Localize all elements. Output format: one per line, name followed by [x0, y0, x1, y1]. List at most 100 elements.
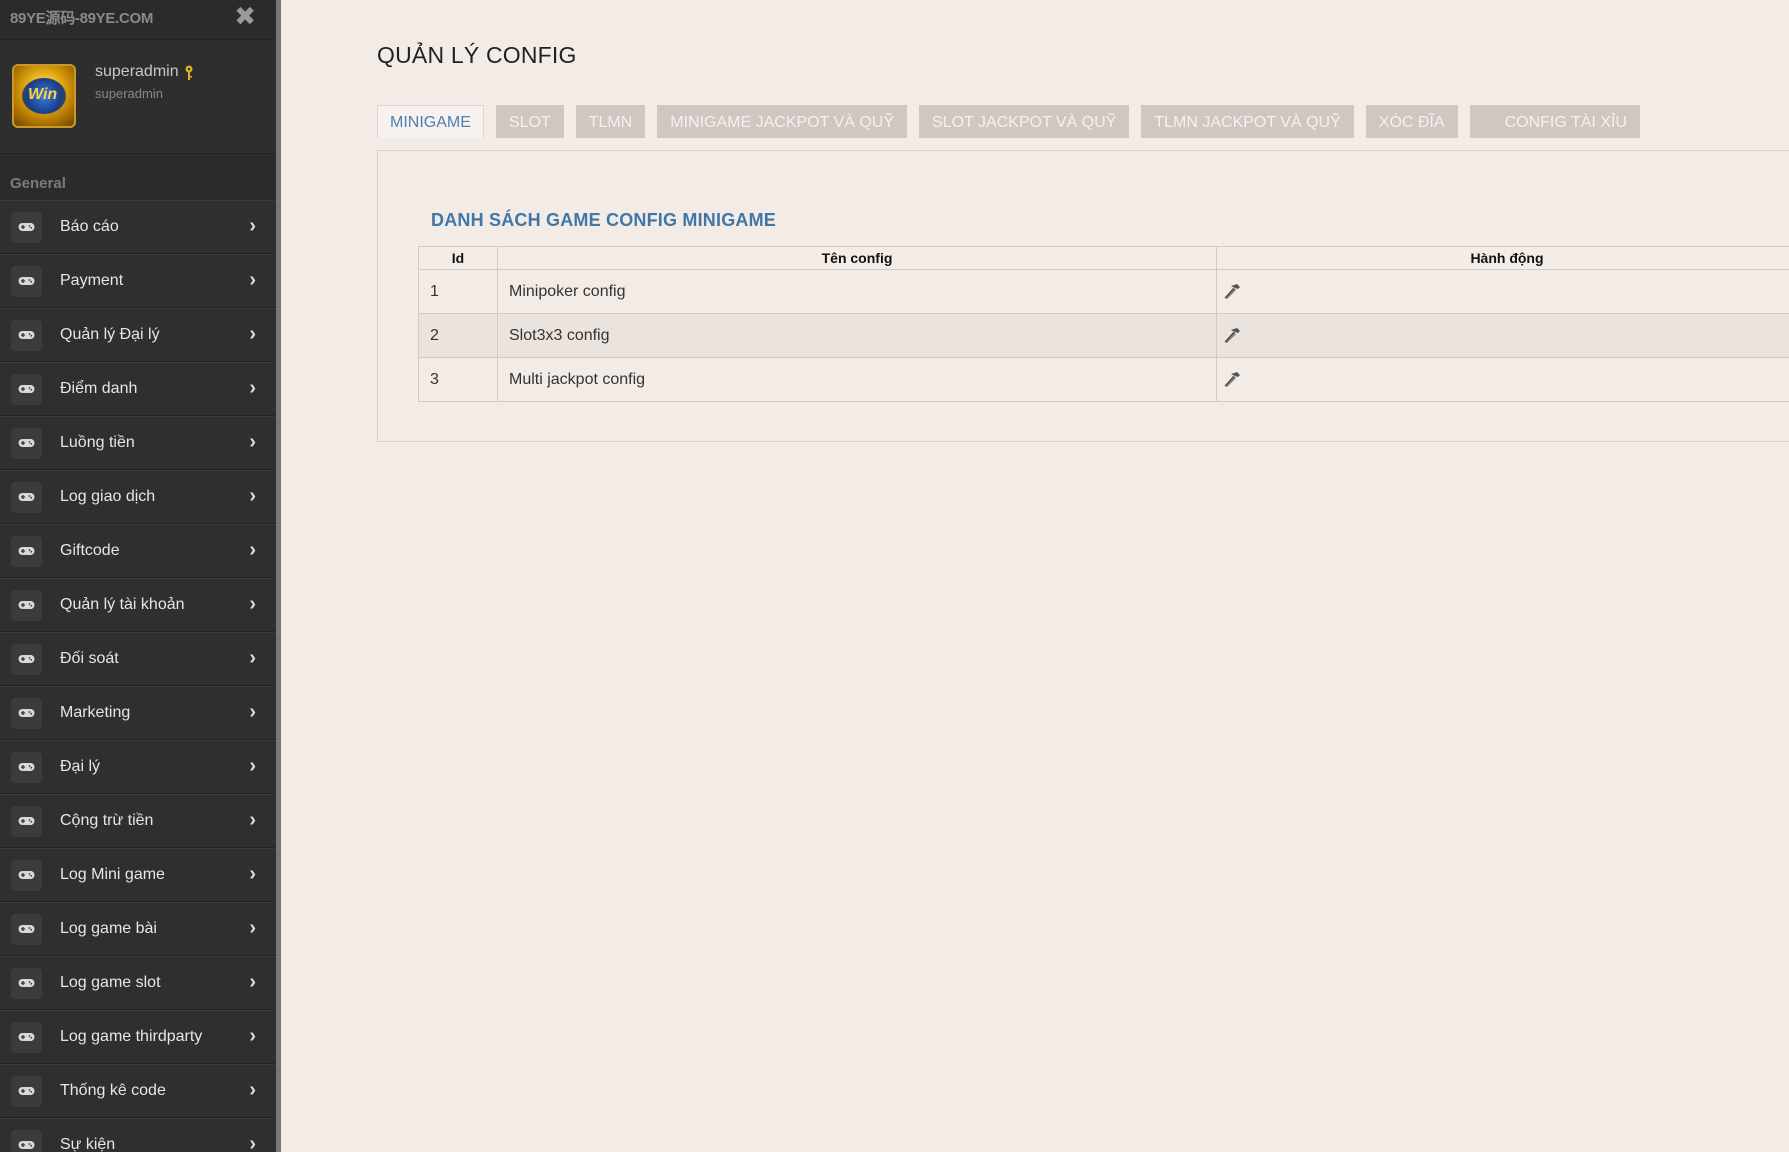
table-header-row: Id Tên config Hành động — [418, 246, 1789, 270]
sidebar-item-doi-soat[interactable]: Đối soát › — [0, 632, 276, 686]
cell-id: 3 — [418, 357, 498, 402]
chevron-right-icon: › — [249, 377, 256, 399]
sidebar-item-log-game-bai[interactable]: Log game bài › — [0, 902, 276, 956]
gamepad-icon — [11, 590, 42, 621]
sidebar-item-label: Đại lý — [60, 758, 101, 775]
chevron-right-icon: › — [249, 323, 256, 345]
chevron-right-icon: › — [249, 701, 256, 723]
cell-action — [1216, 313, 1789, 358]
sidebar-item-diem-danh[interactable]: Điểm danh › — [0, 362, 276, 416]
sidebar-item-cong-tru-tien[interactable]: Cộng trừ tiền › — [0, 794, 276, 848]
sidebar-item-giftcode[interactable]: Giftcode › — [0, 524, 276, 578]
sidebar-item-dai-ly[interactable]: Đại lý › — [0, 740, 276, 794]
tab-tlmn-jackpot-va-quy[interactable]: TLMN JACKPOT VÀ QUỸ — [1141, 105, 1354, 138]
chevron-right-icon: › — [249, 539, 256, 561]
key-icon — [185, 65, 193, 80]
sidebar-menu: Báo cáo › Payment › Quản lý Đại lý › Điểm danh… — [0, 200, 276, 1152]
sidebar-item-payment[interactable]: Payment › — [0, 254, 276, 308]
sidebar-item-luong-tien[interactable]: Luồng tiền › — [0, 416, 276, 470]
username: superadmin — [95, 63, 179, 80]
sidebar-item-su-kien[interactable]: Sự kiện › — [0, 1118, 276, 1152]
cell-id: 2 — [418, 313, 498, 358]
hammer-icon[interactable] — [1222, 325, 1242, 345]
sidebar: 89YE源码-89YE.COM ✖ Win superadmin superad… — [0, 0, 276, 1152]
sidebar-item-label: Log Mini game — [60, 866, 165, 883]
sidebar-item-label: Giftcode — [60, 542, 120, 559]
chevron-right-icon: › — [249, 269, 256, 291]
gamepad-icon — [11, 860, 42, 891]
config-tabs: MINIGAME SLOT TLMN MINIGAME JACKPOT VÀ QUỸ S… — [377, 105, 1652, 138]
chevron-right-icon: › — [249, 863, 256, 885]
sidebar-item-thong-ke-code[interactable]: Thống kê code › — [0, 1064, 276, 1118]
sidebar-item-bao-cao[interactable]: Báo cáo › — [0, 200, 276, 254]
gamepad-icon — [11, 914, 42, 945]
brand-text: 89YE源码-89YE.COM — [10, 10, 154, 27]
table-row: 2 Slot3x3 config — [418, 313, 1789, 358]
sidebar-item-label: Sự kiện — [60, 1136, 116, 1152]
gamepad-icon — [11, 482, 42, 513]
tab-config-tai-xiu[interactable]: CONFIG TÀI XỈU — [1469, 105, 1640, 138]
sidebar-item-label: Báo cáo — [60, 218, 119, 235]
sidebar-item-log-giao-dich[interactable]: Log giao dịch › — [0, 470, 276, 524]
chevron-right-icon: › — [249, 809, 256, 831]
chevron-right-icon: › — [249, 593, 256, 615]
panel-title: DANH SÁCH GAME CONFIG MINIGAME — [431, 210, 776, 230]
sidebar-item-label: Thống kê code — [60, 1082, 166, 1099]
tab-minigame[interactable]: MINIGAME — [377, 105, 484, 138]
chevron-right-icon: › — [249, 647, 256, 669]
close-icon[interactable]: ✖ — [234, 2, 256, 30]
cell-action — [1216, 269, 1789, 314]
chevron-right-icon: › — [249, 1079, 256, 1101]
sidebar-item-quan-ly-dai-ly[interactable]: Quản lý Đại lý › — [0, 308, 276, 362]
sidebar-item-label: Payment — [60, 272, 124, 289]
gamepad-icon — [11, 1130, 42, 1152]
gamepad-icon — [11, 968, 42, 999]
sidebar-item-label: Log game slot — [60, 974, 161, 991]
tab-slot[interactable]: SLOT — [495, 105, 564, 138]
gamepad-icon — [11, 752, 42, 783]
cell-action — [1216, 357, 1789, 402]
tab-minigame-jackpot-va-quy[interactable]: MINIGAME JACKPOT VÀ QUỸ — [657, 105, 907, 138]
sidebar-item-quan-ly-tai-khoan[interactable]: Quản lý tài khoản › — [0, 578, 276, 632]
sidebar-item-label: Điểm danh — [60, 380, 138, 397]
tab-tlmn[interactable]: TLMN — [575, 105, 646, 138]
cell-id: 1 — [418, 269, 498, 314]
gamepad-icon — [11, 374, 42, 405]
gamepad-icon — [11, 212, 42, 243]
column-header-name: Tên config — [497, 246, 1217, 270]
hammer-icon[interactable] — [1222, 369, 1242, 389]
avatar-logo-text: Win — [28, 86, 58, 103]
chevron-right-icon: › — [249, 755, 256, 777]
sidebar-item-label: Log game thirdparty — [60, 1028, 203, 1045]
table-row: 1 Minipoker config — [418, 269, 1789, 314]
cell-config-name: Minipoker config — [497, 269, 1217, 314]
sidebar-item-label: Cộng trừ tiền — [60, 812, 154, 829]
cell-config-name: Multi jackpot config — [497, 357, 1217, 402]
gamepad-icon — [11, 428, 42, 459]
user-role: superadmin — [95, 86, 163, 101]
sidebar-item-label: Quản lý tài khoản — [60, 596, 185, 613]
tab-slot-jackpot-va-quy[interactable]: SLOT JACKPOT VÀ QUỸ — [919, 105, 1130, 138]
gamepad-icon — [11, 320, 42, 351]
sidebar-item-label: Marketing — [60, 704, 131, 721]
sidebar-item-log-game-thirdparty[interactable]: Log game thirdparty › — [0, 1010, 276, 1064]
sidebar-item-label: Luồng tiền — [60, 434, 135, 451]
sidebar-item-marketing[interactable]: Marketing › — [0, 686, 276, 740]
page-title: QUẢN LÝ CONFIG — [377, 42, 577, 68]
sidebar-item-log-game-slot[interactable]: Log game slot › — [0, 956, 276, 1010]
chevron-right-icon: › — [249, 485, 256, 507]
user-profile: Win superadmin superadmin — [0, 40, 276, 154]
gamepad-icon — [11, 644, 42, 675]
chevron-right-icon: › — [249, 917, 256, 939]
sidebar-item-label: Đối soát — [60, 650, 119, 667]
column-header-id: Id — [418, 246, 498, 270]
config-table: Id Tên config Hành động 1 Minipoker confi… — [418, 246, 1789, 402]
chevron-right-icon: › — [249, 971, 256, 993]
tab-xoc-dia[interactable]: XÓC ĐĨA — [1365, 105, 1458, 138]
sidebar-item-label: Quản lý Đại lý — [60, 326, 160, 343]
gamepad-icon — [11, 806, 42, 837]
sidebar-item-log-mini-game[interactable]: Log Mini game › — [0, 848, 276, 902]
column-header-action: Hành động — [1216, 246, 1789, 270]
sidebar-brand-bar: 89YE源码-89YE.COM ✖ — [0, 0, 276, 40]
hammer-icon[interactable] — [1222, 281, 1242, 301]
